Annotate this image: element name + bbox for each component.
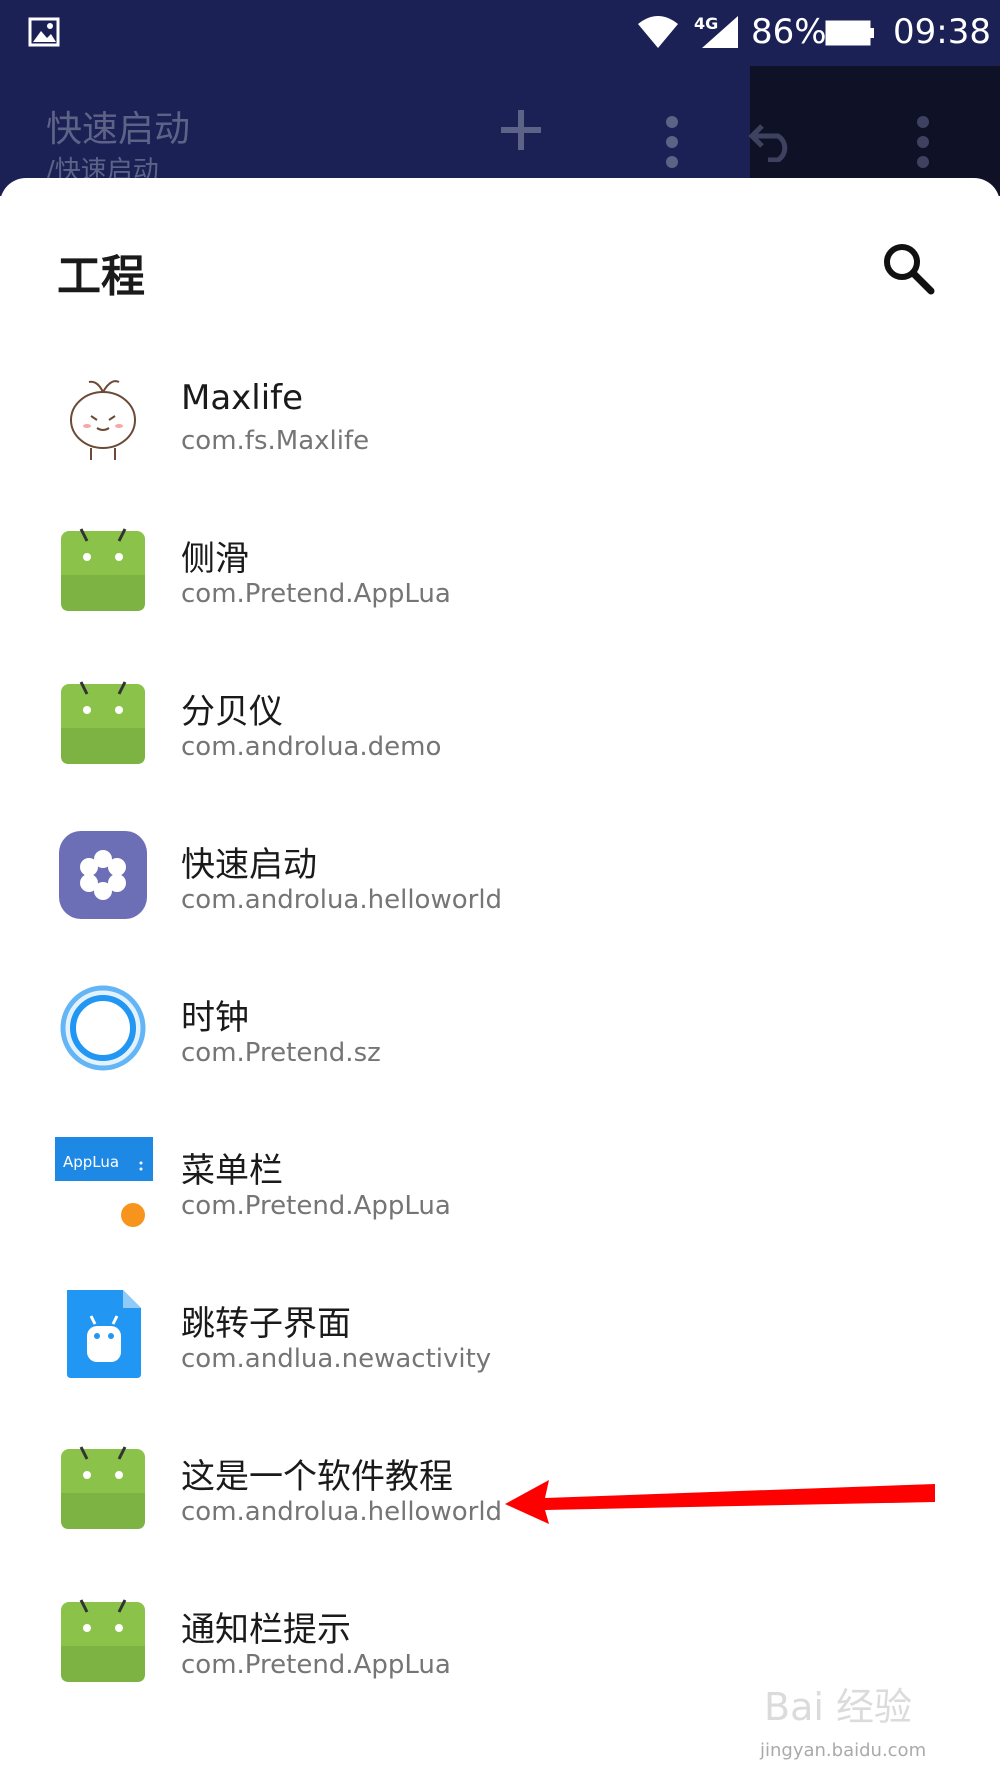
- add-icon[interactable]: [497, 106, 545, 154]
- project-name: 通知栏提示: [181, 1610, 351, 1650]
- android-icon: [61, 1446, 145, 1529]
- list-item[interactable]: 跳转子界面 com.andlua.newactivity: [0, 1266, 1000, 1419]
- more-vert-icon[interactable]: [915, 116, 931, 168]
- project-package: com.androlua.helloworld: [181, 1497, 503, 1527]
- undo-icon[interactable]: [748, 116, 798, 162]
- blue-ring-icon: [60, 985, 146, 1071]
- project-package: com.Pretend.sz: [181, 1038, 381, 1068]
- watermark-logo-text: Bai 经验: [764, 1685, 912, 1729]
- android-icon: [61, 1599, 145, 1682]
- project-package: com.andlua.newactivity: [181, 1344, 492, 1374]
- project-package: com.androlua.helloworld: [181, 885, 503, 915]
- search-icon[interactable]: [880, 240, 936, 296]
- project-name: 菜单栏: [181, 1151, 283, 1191]
- project-name: 分贝仪: [181, 692, 283, 732]
- project-name: 这是一个软件教程: [181, 1457, 453, 1497]
- list-item[interactable]: 时钟 com.Pretend.sz: [0, 960, 1000, 1113]
- android-icon: [61, 681, 145, 764]
- project-name: 侧滑: [181, 539, 249, 579]
- wifi-icon: [638, 16, 678, 48]
- project-package: com.Pretend.AppLua: [181, 579, 451, 609]
- list-item[interactable]: 分贝仪 com.androlua.demo: [0, 654, 1000, 807]
- app-bar-title: 快速启动: [46, 109, 191, 150]
- android-file-icon: [67, 1290, 141, 1378]
- project-sheet: 工程 Maxlife com.fs.Maxlife 侧滑 com.Pretend: [0, 178, 1000, 1778]
- status-bar: 4G 86% 09:38: [0, 0, 1000, 66]
- signal-icon: [702, 16, 738, 48]
- battery-percent: 86%: [751, 12, 827, 52]
- project-name: 时钟: [181, 998, 249, 1038]
- battery-icon: [825, 20, 874, 46]
- project-package: com.Pretend.AppLua: [181, 1191, 451, 1221]
- project-name: 跳转子界面: [181, 1304, 351, 1344]
- list-item[interactable]: 侧滑 com.Pretend.AppLua: [0, 501, 1000, 654]
- red-arrow-annotation-icon: [505, 1480, 935, 1524]
- project-package: com.fs.Maxlife: [181, 426, 370, 456]
- sprout-character-icon: [70, 380, 136, 460]
- applua-icon-label: AppLua: [63, 1153, 119, 1171]
- app-bar: 快速启动 /快速启动: [0, 66, 1000, 196]
- gallery-icon: [28, 17, 60, 47]
- applua-toolbar-icon: AppLua: [55, 1137, 153, 1227]
- watermark-text: jingyan.baidu.com: [760, 1740, 927, 1761]
- sheet-title: 工程: [57, 251, 145, 302]
- more-vert-icon[interactable]: [664, 116, 680, 168]
- clock: 09:38: [893, 12, 991, 52]
- project-name: Maxlife: [181, 378, 304, 418]
- project-package: com.Pretend.AppLua: [181, 1650, 451, 1680]
- list-item[interactable]: 快速启动 com.androlua.helloworld: [0, 807, 1000, 960]
- list-item[interactable]: AppLua 菜单栏 com.Pretend.AppLua: [0, 1113, 1000, 1266]
- list-item[interactable]: Maxlife com.fs.Maxlife: [0, 348, 1000, 501]
- project-package: com.androlua.demo: [181, 732, 442, 762]
- flower-gear-icon: [59, 831, 147, 919]
- android-icon: [61, 528, 145, 611]
- project-name: 快速启动: [181, 845, 317, 885]
